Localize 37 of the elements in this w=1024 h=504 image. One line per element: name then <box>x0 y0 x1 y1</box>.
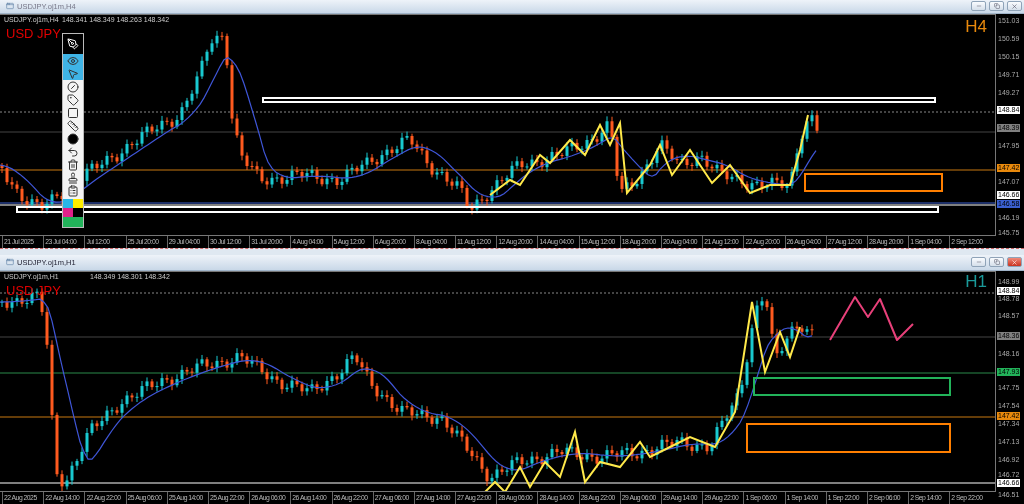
undo-icon <box>67 145 79 158</box>
close-button[interactable] <box>1007 257 1022 268</box>
timeframe-label: H1 <box>965 271 987 292</box>
symbol-label: USD JPY <box>6 282 61 298</box>
close-icon <box>1011 258 1018 266</box>
stamp-icon <box>67 171 79 184</box>
color-swatch[interactable] <box>63 199 73 208</box>
ruler-icon <box>67 119 79 132</box>
minimize-icon <box>975 259 982 266</box>
minimize-button[interactable] <box>971 257 986 268</box>
color-swatch[interactable] <box>63 208 73 217</box>
restore-icon <box>993 259 1000 266</box>
restore-icon <box>993 3 1000 10</box>
chart-window-icon <box>6 258 14 267</box>
crossed-circle-icon <box>67 80 79 93</box>
chart-window-icon <box>6 2 14 11</box>
close-button[interactable] <box>1007 1 1022 12</box>
cursor-icon <box>67 67 79 80</box>
color-swatch[interactable] <box>73 199 83 208</box>
eye-icon <box>67 54 79 67</box>
pen-icon <box>67 38 79 50</box>
tag-icon <box>67 93 79 106</box>
clipboard-icon <box>67 184 79 197</box>
restore-button[interactable] <box>989 1 1004 12</box>
dot-icon <box>67 132 79 145</box>
color-swatch[interactable] <box>63 217 83 227</box>
timeframe-label: H4 <box>965 16 987 37</box>
color-swatch[interactable] <box>73 208 83 217</box>
symbol-label: USD JPY <box>6 25 61 41</box>
square-icon <box>67 106 79 119</box>
close-icon <box>1011 2 1018 10</box>
minimize-button[interactable] <box>971 1 986 12</box>
restore-button[interactable] <box>989 257 1004 268</box>
minimize-icon <box>975 3 982 10</box>
trash-icon <box>67 158 79 171</box>
pane-splitter[interactable] <box>0 248 1024 255</box>
tool-button[interactable] <box>63 34 83 54</box>
